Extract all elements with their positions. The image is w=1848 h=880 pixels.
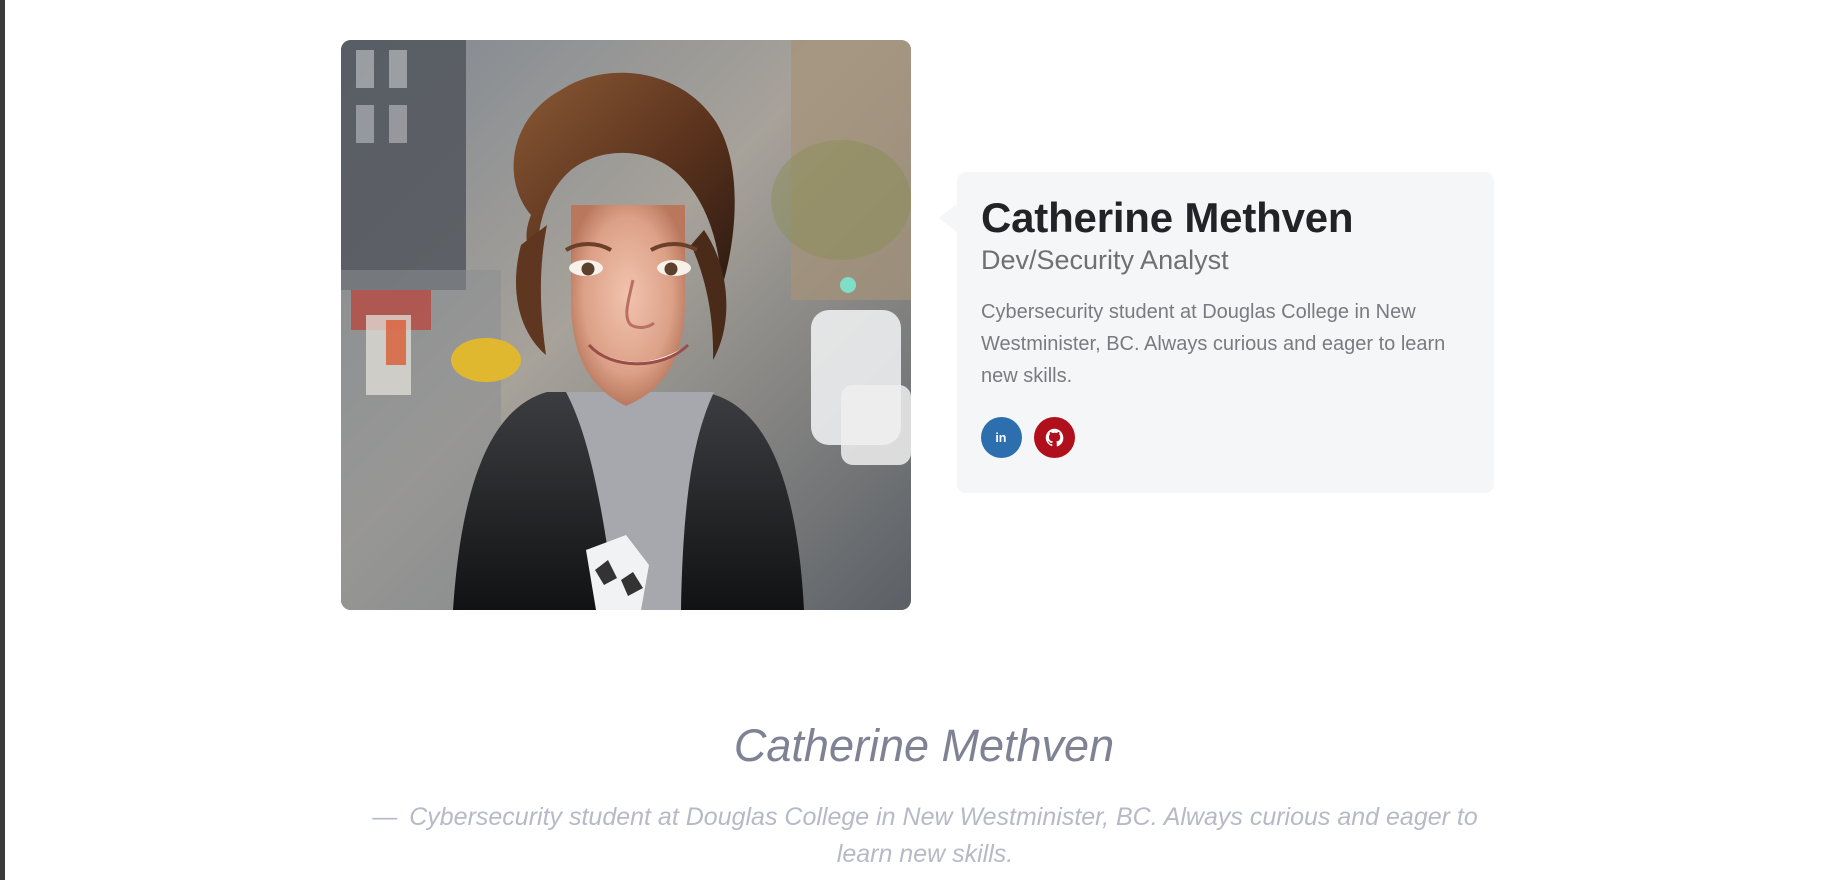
linkedin-button[interactable]: in [981,417,1022,458]
portrait-image [341,40,911,610]
profile-photo [341,40,911,610]
browser-window: Catherine Methven Dev/Security Analyst C… [0,0,1848,880]
quote-author: Catherine Methven [733,720,1115,771]
profile-name: Catherine Methven [981,194,1354,241]
github-icon [1044,427,1065,448]
quote-dash: — [372,803,398,831]
github-glyph [1045,428,1064,447]
profile-role: Dev/Security Analyst [981,245,1229,275]
linkedin-icon: in [992,428,1012,448]
quote-text: Cybersecurity student at Douglas College… [409,803,1478,868]
profile-info-card: Catherine Methven Dev/Security Analyst C… [939,172,1494,493]
profile-bio: Cybersecurity student at Douglas College… [981,301,1446,387]
social-links: in [981,417,1470,458]
linkedin-glyph: in [995,431,1006,445]
profile-page: Catherine Methven Dev/Security Analyst C… [0,0,1848,880]
github-button[interactable] [1034,417,1075,458]
linkedin-letters: in [995,431,1006,445]
quote-text-block: — Cybersecurity student at Douglas Colleg… [355,799,1495,873]
